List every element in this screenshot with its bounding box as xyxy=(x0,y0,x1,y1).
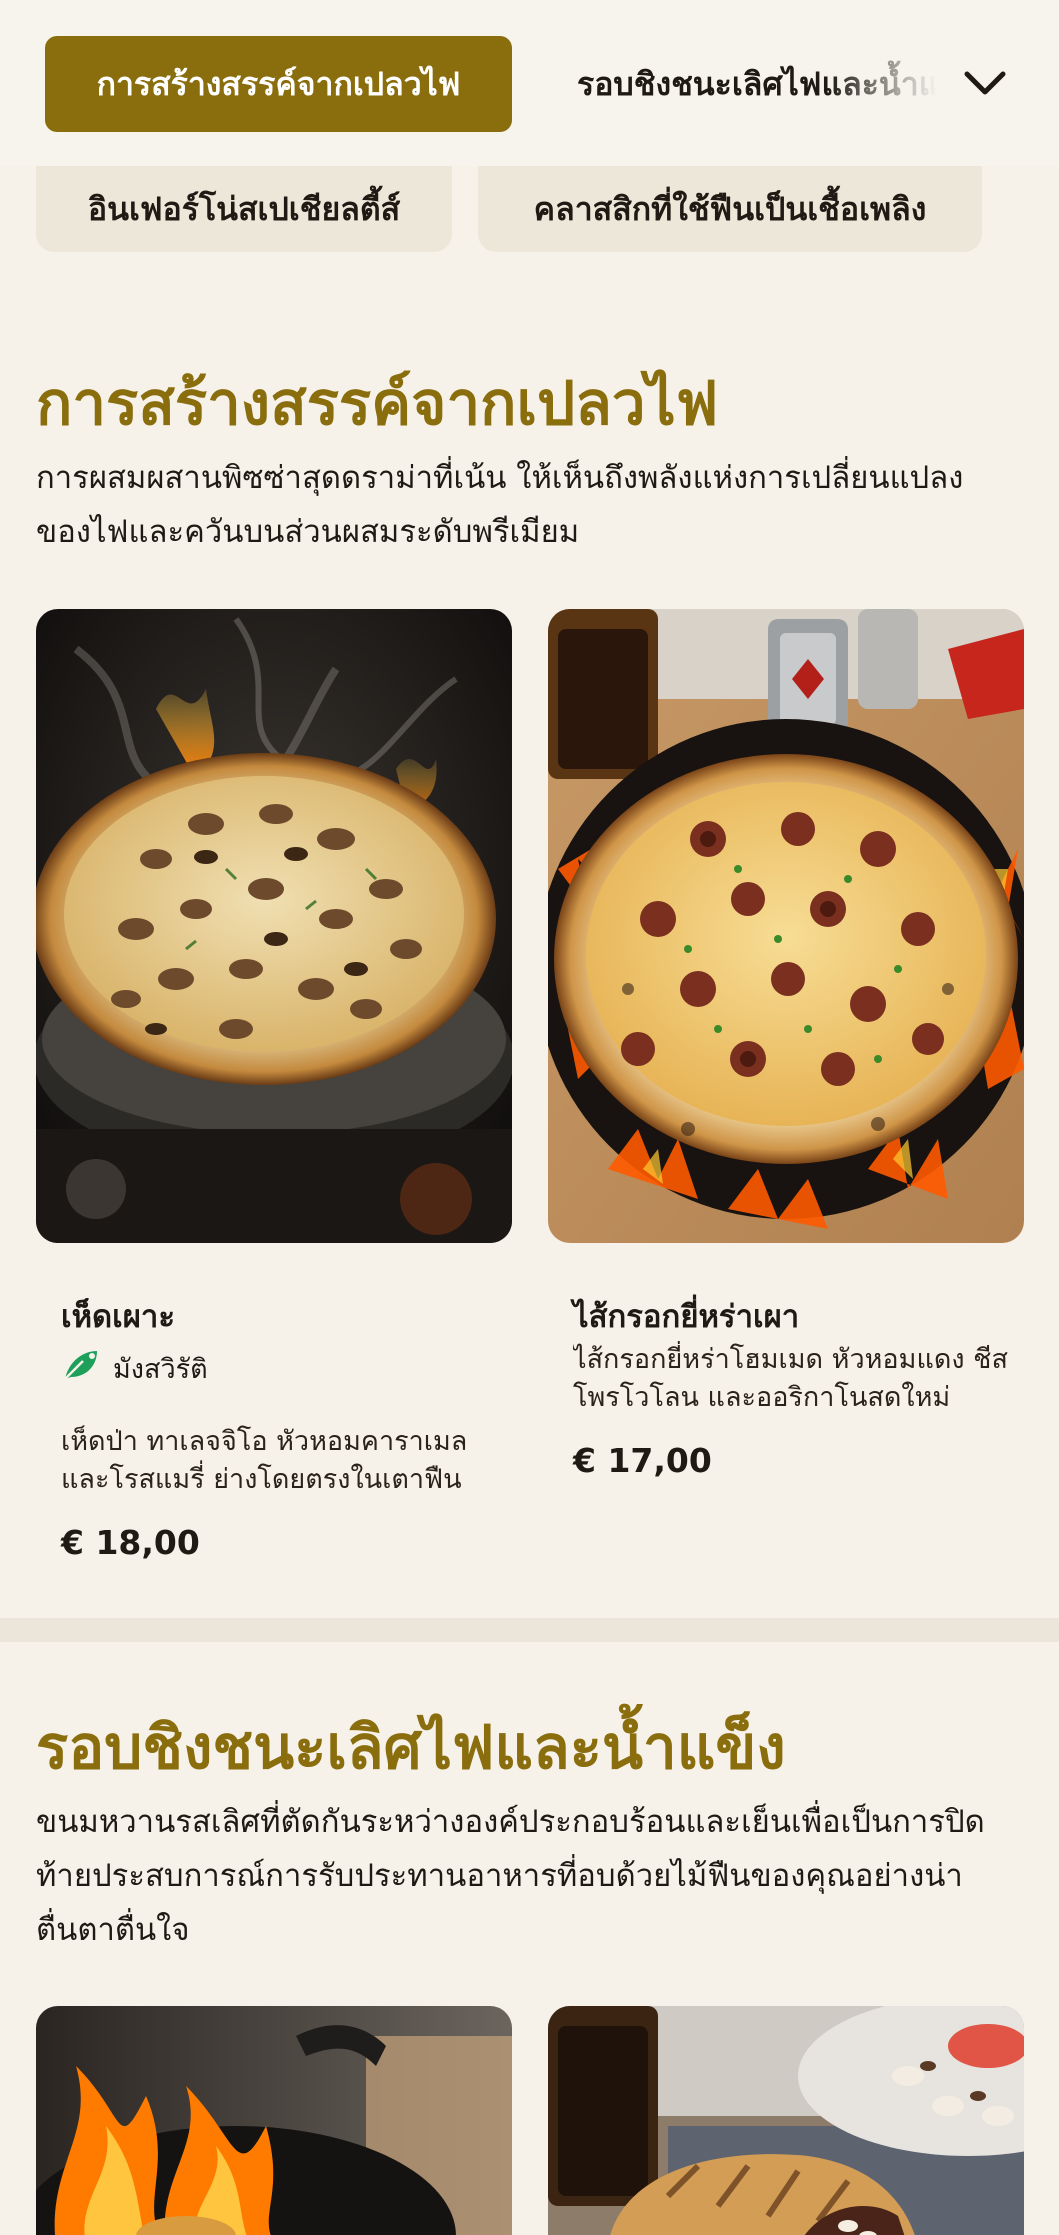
menu-item-card[interactable]: ไส้กรอกยี่หร่าเผา ไส้กรอกยี่หร่าโฮมเมด ห… xyxy=(548,609,1024,1509)
subcategory-chip[interactable]: อินเฟอร์โน่สเปเชียลตี้ส์ xyxy=(36,166,452,252)
category-tab-active[interactable]: การสร้างสรรค์จากเปลวไฟ xyxy=(45,36,512,132)
menu-item-image xyxy=(548,609,1024,1243)
dietary-tag-label: มังสวิรัติ xyxy=(113,1354,208,1385)
menu-item-description: ไส้กรอกยี่หร่าโฮมเมด หัวหอมแดง ชีสโพรโวโ… xyxy=(573,1344,1008,1413)
category-tab-next[interactable]: รอบชิงชนะเลิศไฟและน้ำแข็ง xyxy=(577,36,937,132)
menu-item-card[interactable] xyxy=(548,2006,1024,2235)
vegetarian-leaf-icon xyxy=(61,1347,101,1390)
menu-item-card[interactable]: เห็ดเผาะ มังสวิรัติ เห็ดป่า ทาเลจจิโอ หั… xyxy=(36,609,512,1579)
menu-item-name: เห็ดเผาะ xyxy=(61,1299,175,1335)
subcategory-bar: อินเฟอร์โน่สเปเชียลตี้ส์ คลาสสิกที่ใช้ฟื… xyxy=(0,166,1059,256)
menu-item-image xyxy=(548,2006,1024,2235)
menu-item-name: ไส้กรอกยี่หร่าเผา xyxy=(573,1299,800,1335)
menu-item-price: € 18,00 xyxy=(61,1523,200,1562)
menu-item-image xyxy=(36,609,512,1243)
category-nav: การสร้างสรรค์จากเปลวไฟ รอบชิงชนะเลิศไฟแล… xyxy=(0,0,1059,166)
menu-item-card[interactable] xyxy=(36,2006,512,2235)
section-title: รอบชิงชนะเลิศไฟและน้ำแข็ง xyxy=(36,1713,786,1783)
subcategory-chip[interactable]: คลาสสิกที่ใช้ฟืนเป็นเชื้อเพลิง xyxy=(478,166,982,252)
section-title: การสร้างสรรค์จากเปลวไฟ xyxy=(36,369,719,439)
section-divider xyxy=(0,1618,1059,1642)
section-description: การผสมผสานพิซซ่าสุดดราม่าที่เน้น ให้เห็น… xyxy=(36,460,964,550)
menu-item-price: € 17,00 xyxy=(573,1441,712,1480)
section-description: ขนมหวานรสเลิศที่ตัดกันระหว่างองค์ประกอบร… xyxy=(36,1804,985,1948)
menu-item-description: เห็ดป่า ทาเลจจิโอ หัวหอมคาราเมล และโรสแม… xyxy=(61,1426,468,1495)
chevron-down-icon[interactable] xyxy=(955,54,1015,114)
menu-item-image xyxy=(36,2006,512,2235)
dietary-tag: มังสวิรัติ xyxy=(61,1347,208,1390)
